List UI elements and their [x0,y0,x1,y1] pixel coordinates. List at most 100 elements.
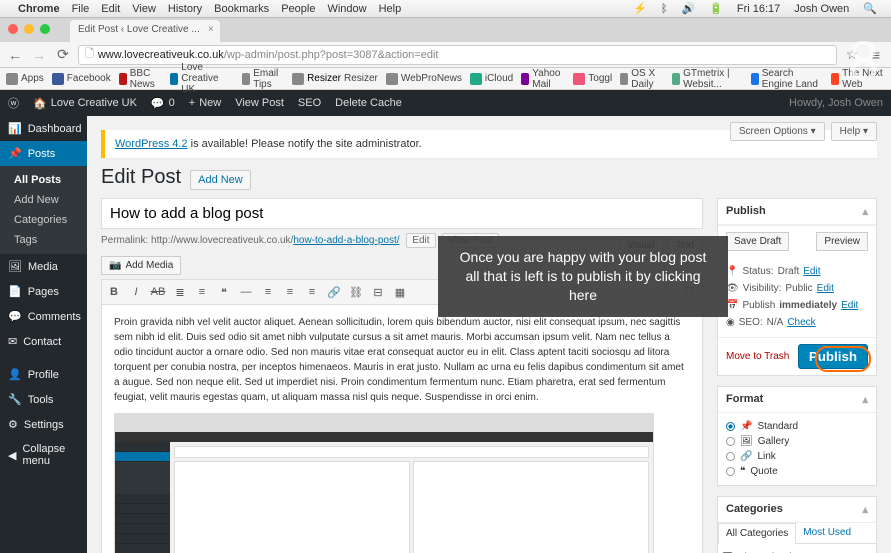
sidebar-collapse[interactable]: ◀ Collapse menu [0,437,87,473]
wp-viewpost-link[interactable]: View Post [235,97,284,109]
sidebar-item-media[interactable]: 🖼 Media [0,254,87,279]
wp-site-link[interactable]: 🏠 Love Creative UK [33,97,137,110]
strike-button[interactable]: AB [149,283,167,301]
help-button[interactable]: Help ▾ [831,122,877,141]
unlink-button[interactable]: ⛓ [347,283,365,301]
sidebar-sub-tags[interactable]: Tags [0,230,87,250]
move-to-trash-link[interactable]: Move to Trash [726,351,789,362]
wp-new-link[interactable]: + New [189,97,221,109]
italic-button[interactable]: I [127,283,145,301]
toggle-icon[interactable]: ▴ [862,503,868,516]
battery-icon[interactable]: 🔋 [709,2,723,15]
sidebar-item-contact[interactable]: ✉ Contact [0,329,87,354]
reload-button[interactable]: ⟳ [54,46,72,64]
toolbar-toggle-button[interactable]: ▦ [391,283,409,301]
align-left-button[interactable]: ≡ [259,283,277,301]
sidebar-sub-addnew[interactable]: Add New [0,190,87,210]
quote-button[interactable]: ❝ [215,283,233,301]
sidebar-item-profile[interactable]: 👤 Profile [0,362,87,387]
bookmark-item[interactable]: ResizerResizerResizer [292,73,378,85]
forward-button[interactable]: → [30,46,48,64]
format-box-title[interactable]: Format▴ [718,387,876,413]
align-right-button[interactable]: ≡ [303,283,321,301]
more-button[interactable]: ⊟ [369,283,387,301]
bookmark-apps[interactable]: Apps [6,73,44,85]
hr-button[interactable]: — [237,283,255,301]
wp-delete-cache-link[interactable]: Delete Cache [335,97,402,109]
bookmark-item[interactable]: Toggl [573,73,612,85]
wp-update-link[interactable]: WordPress 4.2 [115,138,188,150]
sidebar-sub-categories[interactable]: Categories [0,210,87,230]
edit-status-link[interactable]: Edit [803,266,820,277]
bookmark-item[interactable]: GTmetrix | Websit... [672,68,743,90]
volume-icon[interactable]: 🔊 [681,2,695,15]
mac-user[interactable]: Josh Owen [794,3,849,15]
sidebar-item-tools[interactable]: 🔧 Tools [0,387,87,412]
categories-tab-all[interactable]: All Categories [718,523,796,544]
format-gallery[interactable]: 🖼 Gallery [726,434,868,449]
bookmark-item[interactable]: iCloud [470,73,513,85]
close-tab-icon[interactable]: × [208,24,214,35]
permalink-slug[interactable]: how-to-add-a-blog-post/ [293,235,399,246]
ul-button[interactable]: ≣ [171,283,189,301]
wp-comments-link[interactable]: 💬 0 [151,97,175,110]
wp-howdy[interactable]: Howdy, Josh Owen [789,97,883,109]
bookmark-item[interactable]: WebProNews [386,73,462,85]
mac-menu-view[interactable]: View [132,3,156,15]
toggle-icon[interactable]: ▴ [862,393,868,406]
bookmark-item[interactable]: Search Engine Land [751,68,823,90]
save-draft-button[interactable]: Save Draft [726,232,789,251]
screen-options-button[interactable]: Screen Options ▾ [730,122,825,141]
editor-content[interactable]: Proin gravida nibh vel velit auctor aliq… [101,305,703,553]
ol-button[interactable]: ≡ [193,283,211,301]
format-standard[interactable]: 📌 Standard [726,419,868,434]
window-controls[interactable] [8,24,50,34]
wifi-icon[interactable]: ⚡ [633,2,647,15]
add-media-button[interactable]: 📷 Add Media [101,256,181,275]
sidebar-item-settings[interactable]: ⚙ Settings [0,412,87,437]
format-link[interactable]: 🔗 Link [726,449,868,464]
bookmark-item[interactable]: OS X Daily [620,68,664,90]
categories-box-title[interactable]: Categories▴ [718,497,876,523]
format-quote[interactable]: ❝ Quote [726,464,868,479]
sidebar-sub-allposts[interactable]: All Posts [0,170,87,190]
categories-tab-mostused[interactable]: Most Used [796,523,858,543]
spotlight-icon[interactable]: 🔍 [863,2,877,15]
permalink-edit-button[interactable]: Edit [406,233,435,248]
edit-schedule-link[interactable]: Edit [841,300,858,311]
seo-check-link[interactable]: Check [787,317,815,328]
bookmark-item[interactable]: Facebook [52,73,111,85]
clock[interactable]: Fri 16:17 [737,3,780,15]
mac-menu-window[interactable]: Window [327,3,366,15]
bookmark-item[interactable]: Love Creative UK [170,62,234,95]
close-window-button[interactable] [8,24,18,34]
bookmark-item[interactable]: Email Tips [242,68,284,90]
publish-box-title[interactable]: Publish▴ [718,199,876,225]
bookmark-item[interactable]: BBC News [119,68,162,90]
wp-seo-link[interactable]: SEO [298,97,321,109]
wp-logo-icon[interactable]: ⓦ [8,95,19,111]
edit-visibility-link[interactable]: Edit [817,283,834,294]
browser-tab[interactable]: Edit Post ‹ Love Creative ... × [70,20,220,42]
mac-menu-bookmarks[interactable]: Bookmarks [214,3,269,15]
sidebar-item-comments[interactable]: 💬 Comments [0,304,87,329]
align-center-button[interactable]: ≡ [281,283,299,301]
mac-menu-help[interactable]: Help [379,3,402,15]
mac-menu-file[interactable]: File [72,3,90,15]
inserted-image[interactable] [114,413,654,553]
mac-menu-history[interactable]: History [168,3,202,15]
sidebar-item-dashboard[interactable]: 📊 Dashboard [0,116,87,141]
minimize-window-button[interactable] [24,24,34,34]
bold-button[interactable]: B [105,283,123,301]
maximize-window-button[interactable] [40,24,50,34]
mac-app-name[interactable]: Chrome [18,3,60,15]
mac-menu-edit[interactable]: Edit [101,3,120,15]
link-button[interactable]: 🔗 [325,283,343,301]
toggle-icon[interactable]: ▴ [862,205,868,218]
add-new-button[interactable]: Add New [190,170,251,190]
sidebar-item-posts[interactable]: 📌 Posts [0,141,87,166]
publish-button[interactable]: Publish [798,344,868,369]
bluetooth-icon[interactable]: ᛒ [661,3,668,15]
bookmark-item[interactable]: Yahoo Mail [521,68,565,90]
back-button[interactable]: ← [6,46,24,64]
